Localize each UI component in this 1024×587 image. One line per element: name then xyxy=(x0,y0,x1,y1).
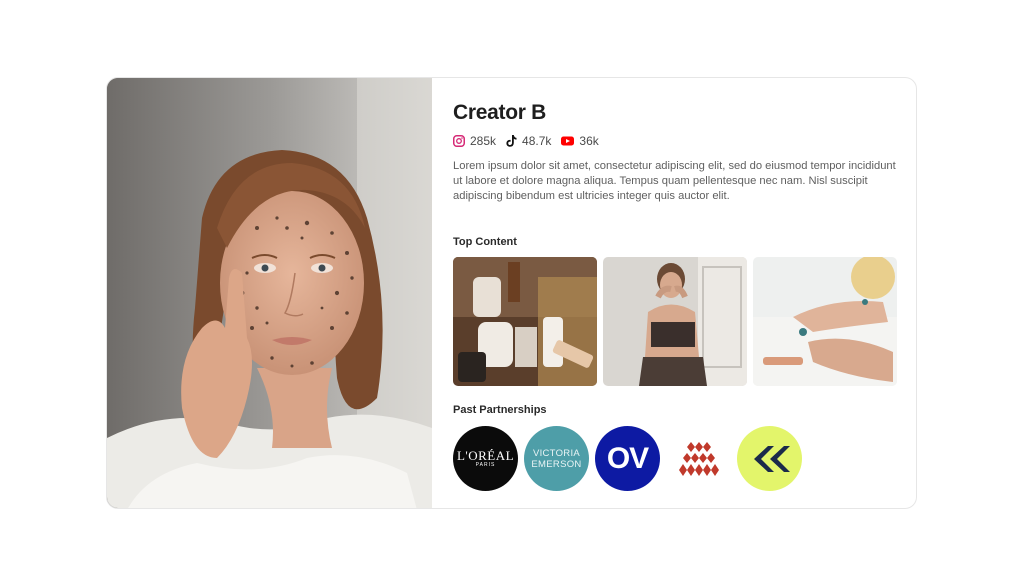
diamond-brand-logo[interactable] xyxy=(666,426,731,491)
social-stats: 285k 48.7k 36k xyxy=(453,134,599,148)
partnership-logos: L'ORÉAL PARIS VICTORIA EMERSON OV xyxy=(453,426,802,491)
content-thumbnail-lotion-hands[interactable] xyxy=(753,257,897,386)
youtube-icon xyxy=(561,136,575,146)
top-content-gallery xyxy=(453,257,897,386)
loreal-logo[interactable]: L'ORÉAL PARIS xyxy=(453,426,518,491)
instagram-stat[interactable]: 285k xyxy=(453,134,496,148)
tiktok-icon xyxy=(506,135,517,147)
chevron-brand-logo[interactable] xyxy=(737,426,802,491)
ov-wordmark: OV xyxy=(606,441,649,475)
top-content-title: Top Content xyxy=(453,236,517,248)
tiktok-stat[interactable]: 48.7k xyxy=(506,134,551,148)
loreal-wordmark: L'ORÉAL xyxy=(456,448,515,463)
youtube-subscribers: 36k xyxy=(579,134,599,148)
content-thumbnail-skincare-products[interactable] xyxy=(453,257,597,386)
youtube-stat[interactable]: 36k xyxy=(561,134,599,148)
victoria-emerson-line2: EMERSON xyxy=(531,458,582,470)
creator-name: Creator B xyxy=(453,101,546,124)
creator-bio: Lorem ipsum dolor sit amet, consectetur … xyxy=(453,160,896,202)
victoria-emerson-logo[interactable]: VICTORIA EMERSON xyxy=(524,426,589,491)
double-chevron-left-icon xyxy=(753,445,790,472)
tiktok-followers: 48.7k xyxy=(522,134,552,148)
ov-logo[interactable]: OV xyxy=(595,426,660,491)
past-partnerships-title: Past Partnerships xyxy=(453,404,547,416)
instagram-icon xyxy=(453,135,465,147)
victoria-emerson-line1: VICTORIA xyxy=(532,447,581,459)
instagram-followers: 285k xyxy=(470,134,497,148)
content-thumbnail-applying-skincare[interactable] xyxy=(603,257,747,386)
creator-photo xyxy=(107,78,432,508)
diamond-pattern-icon xyxy=(678,441,719,476)
creator-info: Creator B 285k 48.7k 36k Lorem ipsum dol… xyxy=(432,78,916,508)
creator-card: Creator B 285k 48.7k 36k Lorem ipsum dol… xyxy=(106,77,917,509)
